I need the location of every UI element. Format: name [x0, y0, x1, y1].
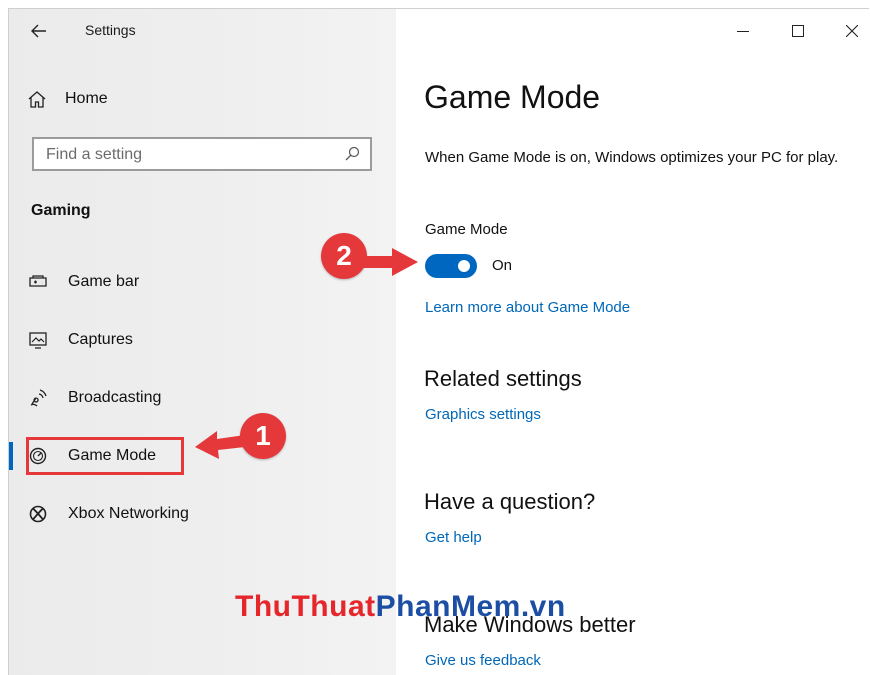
sidebar-item-broadcasting[interactable]: Broadcasting [9, 378, 396, 418]
broadcasting-icon [27, 388, 49, 408]
sidebar-item-xbox-networking[interactable]: Xbox Networking [9, 494, 396, 534]
step-1-arrow-icon [195, 431, 245, 459]
game-mode-toggle[interactable] [425, 254, 477, 278]
nav-home-label: Home [65, 90, 108, 107]
watermark-part2: PhanMem [375, 590, 521, 623]
learn-more-link[interactable]: Learn more about Game Mode [425, 299, 630, 316]
main-content: Game Mode When Game Mode is on, Windows … [396, 9, 869, 675]
sidebar-item-label: Broadcasting [68, 389, 162, 406]
have-a-question-heading: Have a question? [424, 489, 596, 514]
sidebar-item-captures[interactable]: Captures [9, 320, 396, 360]
get-help-link[interactable]: Get help [425, 529, 482, 546]
search-input[interactable] [44, 144, 338, 166]
watermark-part1: ThuThuat [235, 590, 376, 623]
sidebar-item-label: Captures [68, 331, 133, 348]
search-box[interactable] [32, 137, 372, 171]
window-title: Settings [85, 22, 136, 38]
highlight-box-game-mode [26, 437, 184, 475]
graphics-settings-link[interactable]: Graphics settings [425, 406, 541, 423]
watermark: ThuThuatPhanMem.vn [235, 590, 566, 624]
step-2-arrow-icon [362, 248, 418, 276]
nav-home[interactable]: Home [27, 85, 367, 113]
xbox-icon [27, 504, 49, 524]
step-2-badge: 2 [321, 233, 367, 279]
home-icon [28, 91, 46, 108]
feedback-link[interactable]: Give us feedback [425, 652, 541, 669]
sidebar-item-label: Xbox Networking [68, 505, 189, 522]
game-mode-toggle-label: Game Mode [425, 221, 508, 238]
toggle-knob [458, 260, 470, 272]
sidebar-item-label: Game bar [68, 273, 140, 290]
page-title: Game Mode [424, 79, 601, 115]
related-settings-heading: Related settings [424, 366, 582, 391]
watermark-part3: .vn [520, 590, 566, 623]
toggle-state-text: On [492, 257, 513, 274]
section-heading-gaming: Gaming [31, 202, 91, 219]
back-button[interactable] [27, 19, 51, 43]
captures-icon [27, 330, 49, 350]
search-icon[interactable] [344, 146, 360, 167]
settings-window: Settings Home Gaming [8, 8, 869, 675]
page-description: When Game Mode is on, Windows optimizes … [425, 149, 839, 166]
step-1-badge: 1 [240, 413, 286, 459]
back-arrow-icon [31, 24, 46, 38]
game-bar-icon [27, 272, 49, 292]
